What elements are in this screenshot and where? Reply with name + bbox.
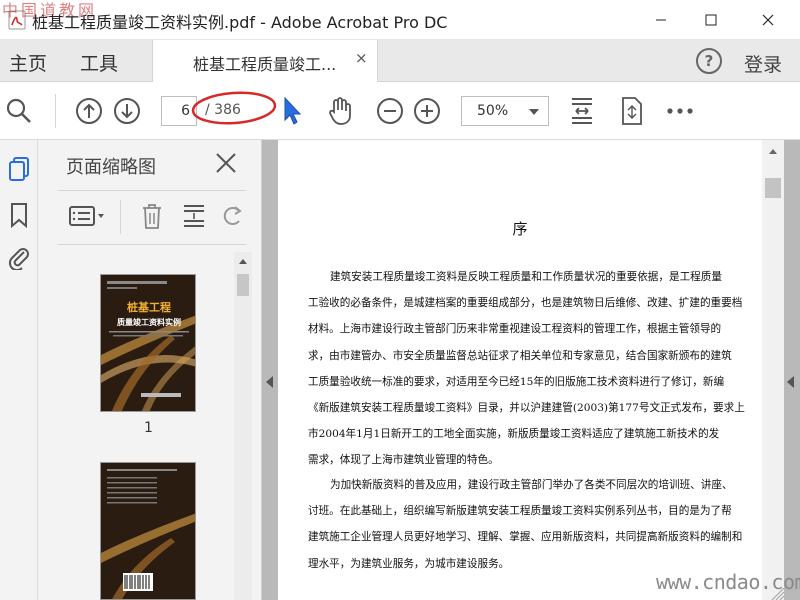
resize-grip-icon (771, 587, 784, 600)
page-thumbnails-icon (9, 157, 29, 181)
scroll-up-button[interactable] (234, 252, 252, 270)
hand-icon (329, 97, 351, 125)
thumbnail-panel: 页面缩略图 桩基工程 质量竣工资料实例 1 (38, 140, 262, 600)
close-panel-button[interactable] (214, 151, 238, 175)
left-navigation-rail (0, 140, 38, 600)
page-down-icon (114, 98, 140, 124)
collapse-right-panel-button[interactable] (787, 376, 794, 388)
annotation-ellipse (191, 91, 277, 125)
zoom-value: 50% (477, 103, 509, 119)
thumbnail-page-number: 1 (144, 420, 153, 436)
text-line: 市2004年1月1日新开工的工地全面实施，新版质量竣工资料适应了建筑施工新技术的… (308, 428, 720, 441)
hand-tool-button[interactable] (325, 96, 355, 126)
minimize-button[interactable] (638, 0, 684, 40)
panel-divider (58, 244, 246, 245)
fit-page-icon (572, 98, 592, 124)
zoom-select[interactable]: 50% (461, 96, 549, 126)
chevron-up-icon (239, 259, 247, 264)
title-bar: 中国道教网 桩基工程质量竣工资料实例.pdf - Adobe Acrobat P… (0, 0, 800, 40)
attachment-icon (8, 248, 29, 270)
page-heading: 序 (512, 220, 528, 238)
zoom-in-button[interactable] (412, 96, 442, 126)
document-scrollbar[interactable] (762, 140, 784, 600)
close-tab-button[interactable]: × (355, 49, 368, 67)
more-icon (667, 108, 693, 114)
text-line: 材料。上海市建设行政主管部门历来非常重视建设工程资料的管理工作，根据主管领导的 (308, 323, 722, 336)
cover-title-line2: 质量竣工资料实例 (117, 317, 181, 327)
document-page: 序 建筑安装工程质量竣工资料是反映工程质量和工作质量状况的重要依据，是工程质量 … (278, 140, 762, 600)
text-line: 建筑施工企业管理人员更好地学习、理解、掌握、应用新版资料，共同提高新版资料的编制… (308, 531, 743, 544)
bookmarks-button[interactable] (6, 202, 32, 228)
rotate-page-button[interactable] (218, 200, 246, 232)
cover-title-line1: 桩基工程 (127, 300, 171, 314)
fit-page-button[interactable] (567, 96, 597, 126)
book-back-cover-image (101, 463, 195, 599)
attachments-button[interactable] (6, 244, 32, 270)
delete-page-button[interactable] (136, 200, 168, 232)
chevron-down-icon (529, 109, 539, 115)
toolbar-divider (55, 94, 56, 128)
zoom-out-icon (377, 98, 403, 124)
text-line: 为加快新版资料的普及应用，建设行政主管部门举办了各类不同层次的培训班、讲座、 (330, 479, 733, 491)
paragraph-2: 为加快新版资料的普及应用，建设行政主管部门举办了各类不同层次的培训班、讲座、 讨… (308, 472, 762, 577)
panel-divider (58, 190, 246, 191)
document-tab[interactable]: 桩基工程质量竣工... × (152, 40, 378, 82)
login-button[interactable]: 登录 (744, 50, 782, 77)
text-line: 需求，体现了上海市建筑业管理的特色。 (308, 454, 499, 467)
document-tab-label: 桩基工程质量竣工... (193, 55, 337, 74)
select-tool-button[interactable] (277, 96, 307, 126)
options-menu-icon (69, 206, 104, 226)
scrollbar-thumb[interactable] (765, 178, 781, 198)
page-thumbnail-1[interactable]: 桩基工程 质量竣工资料实例 (100, 274, 196, 412)
text-line: 讨班。在此基础上，组织编写新版建筑安装工程质量竣工资料实例系列丛书，目的是为了帮 (308, 505, 732, 518)
insert-page-icon (184, 205, 204, 227)
collapse-left-panel-button[interactable] (266, 376, 273, 388)
previous-page-button[interactable] (74, 96, 104, 126)
minimize-icon (656, 19, 666, 21)
rotate-view-button[interactable] (617, 96, 647, 126)
home-menu[interactable]: 主页 (9, 49, 47, 76)
select-cursor-icon (284, 96, 302, 125)
panel-tool-divider (120, 200, 121, 234)
text-line: 求，由市建管办、市安全质量监督总站征求了相关单位和专家意见，结合国家新颁布的建筑 (308, 349, 732, 362)
thumbnail-panel-title: 页面缩略图 (66, 157, 156, 178)
scrollbar-thumb[interactable] (237, 274, 249, 296)
more-tools-button[interactable] (665, 96, 695, 126)
tab-bar: 主页 工具 桩基工程质量竣工... × ? 登录 (0, 40, 800, 82)
insert-page-button[interactable] (178, 200, 210, 232)
search-button[interactable] (4, 96, 34, 126)
zoom-out-button[interactable] (375, 96, 405, 126)
thumbnail-options-button[interactable] (66, 200, 110, 232)
text-line: 《新版建筑安装工程质量竣工资料》目录，并以沪建建管(2003)第177号文正式发… (308, 401, 745, 414)
page-up-icon (76, 98, 102, 124)
chevron-up-icon (769, 149, 777, 154)
toolbar: 6 / 386 50% (0, 82, 800, 140)
rotate-icon (622, 97, 642, 125)
text-line: 建筑安装工程质量竣工资料是反映工程质量和工作质量状况的重要依据，是工程质量 (330, 271, 722, 283)
bookmark-icon (11, 203, 27, 228)
page-thumbnail-2[interactable] (100, 462, 196, 600)
maximize-button[interactable] (688, 0, 734, 40)
scroll-up-button[interactable] (762, 140, 784, 162)
book-cover-image: 桩基工程 质量竣工资料实例 (101, 275, 195, 411)
thumbnail-scrollbar[interactable] (234, 252, 252, 600)
rotate-page-icon (223, 206, 242, 225)
page-thumbnails-button[interactable] (6, 156, 32, 182)
next-page-button[interactable] (112, 96, 142, 126)
zoom-in-icon (414, 98, 440, 124)
window-title: 桩基工程质量竣工资料实例.pdf - Adobe Acrobat Pro DC (32, 13, 448, 32)
maximize-icon (705, 14, 717, 26)
text-line: 工验收的必备条件，是城建档案的重要组成部分，也是建筑物日后维修、改建、扩建的重要… (308, 297, 743, 310)
close-icon (762, 14, 774, 26)
paragraph-1: 建筑安装工程质量竣工资料是反映工程质量和工作质量状况的重要依据，是工程质量 工验… (308, 264, 762, 474)
close-window-button[interactable] (745, 0, 791, 40)
search-icon (6, 98, 31, 123)
trash-icon (143, 204, 161, 229)
help-button[interactable]: ? (696, 48, 722, 74)
tools-menu[interactable]: 工具 (80, 49, 118, 76)
text-line: 工质量验收统一标准的要求，对适用至今已经15年的旧版施工技术资料进行了修订，新编 (308, 375, 725, 388)
